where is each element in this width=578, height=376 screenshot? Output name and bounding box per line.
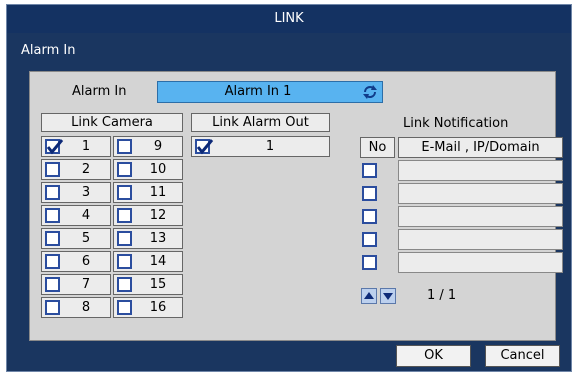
alarm-in-label: Alarm In <box>72 84 127 99</box>
camera-number: 11 <box>149 185 167 200</box>
notification-no-cell <box>360 229 395 250</box>
camera-number: 9 <box>153 139 163 154</box>
camera-checkbox[interactable] <box>117 185 132 200</box>
camera-checkbox[interactable] <box>117 254 132 269</box>
notification-target-field[interactable] <box>398 183 563 204</box>
camera-cell[interactable]: 7 <box>41 274 111 295</box>
alarm-out-checkbox[interactable] <box>195 139 214 155</box>
notification-no-cell <box>360 206 395 227</box>
notification-checkbox[interactable] <box>362 163 377 178</box>
camera-number: 6 <box>81 254 91 269</box>
refresh-cycle-icon[interactable] <box>362 84 378 100</box>
camera-number: 15 <box>149 277 167 292</box>
camera-checkbox[interactable] <box>45 300 60 315</box>
dialog-title: LINK <box>7 5 571 33</box>
camera-checkbox[interactable] <box>45 162 60 177</box>
link-notification-header: Link Notification <box>403 116 509 131</box>
camera-number: 12 <box>149 208 167 223</box>
camera-cell[interactable]: 15 <box>113 274 183 295</box>
camera-number: 4 <box>81 208 91 223</box>
camera-number: 2 <box>81 162 91 177</box>
link-alarm-out-header: Link Alarm Out <box>191 113 330 132</box>
camera-cell[interactable]: 10 <box>113 159 183 180</box>
camera-number: 8 <box>81 300 91 315</box>
notification-checkbox[interactable] <box>362 186 377 201</box>
notification-no-cell <box>360 183 395 204</box>
camera-cell[interactable]: 14 <box>113 251 183 272</box>
camera-checkbox[interactable] <box>117 208 132 223</box>
camera-cell[interactable]: 1 <box>41 136 111 157</box>
camera-cell[interactable]: 12 <box>113 205 183 226</box>
arrow-up-icon <box>364 292 374 299</box>
notification-target-field[interactable] <box>398 252 563 273</box>
notification-no-cell <box>360 252 395 273</box>
camera-checkbox[interactable] <box>117 300 132 315</box>
camera-number: 14 <box>149 254 167 269</box>
page-indicator: 1 / 1 <box>427 288 457 303</box>
camera-cell[interactable]: 16 <box>113 297 183 318</box>
alarm-in-select[interactable]: Alarm In 1 <box>157 81 383 103</box>
notification-target-field[interactable] <box>398 229 563 250</box>
camera-cell[interactable]: 2 <box>41 159 111 180</box>
camera-cell[interactable]: 11 <box>113 182 183 203</box>
page-down-button[interactable] <box>380 288 396 304</box>
section-label: Alarm In <box>21 43 76 58</box>
link-panel: Alarm In Alarm In 1 Link Camera Link Ala… <box>29 71 563 341</box>
camera-checkbox[interactable] <box>45 185 60 200</box>
camera-number: 1 <box>81 139 91 154</box>
camera-checkbox[interactable] <box>45 208 60 223</box>
camera-checkbox[interactable] <box>117 231 132 246</box>
camera-number: 7 <box>81 277 91 292</box>
camera-number: 10 <box>149 162 167 177</box>
link-camera-header: Link Camera <box>41 113 183 132</box>
camera-checkbox[interactable] <box>45 254 60 269</box>
camera-checkbox[interactable] <box>45 139 64 155</box>
camera-checkbox[interactable] <box>117 162 132 177</box>
alarm-out-cell[interactable]: 1 <box>191 136 330 157</box>
camera-checkbox[interactable] <box>117 277 132 292</box>
alarm-in-value: Alarm In 1 <box>224 84 292 99</box>
camera-cell[interactable]: 4 <box>41 205 111 226</box>
alarm-out-number: 1 <box>265 139 275 154</box>
camera-number: 16 <box>149 300 167 315</box>
notification-target-field[interactable] <box>398 160 563 181</box>
camera-cell[interactable]: 6 <box>41 251 111 272</box>
camera-checkbox[interactable] <box>45 231 60 246</box>
notification-checkbox[interactable] <box>362 209 377 224</box>
camera-number: 3 <box>81 185 91 200</box>
notification-col-no: No <box>360 137 395 158</box>
ok-button[interactable]: OK <box>396 345 471 367</box>
camera-number: 13 <box>149 231 167 246</box>
notification-target-field[interactable] <box>398 206 563 227</box>
camera-cell[interactable]: 13 <box>113 228 183 249</box>
link-dialog: LINK Alarm In Alarm In Alarm In 1 Link C… <box>6 4 572 372</box>
camera-checkbox[interactable] <box>45 277 60 292</box>
camera-checkbox[interactable] <box>117 139 132 154</box>
camera-cell[interactable]: 9 <box>113 136 183 157</box>
notification-checkbox[interactable] <box>362 232 377 247</box>
arrow-down-icon <box>383 293 393 300</box>
camera-cell[interactable]: 5 <box>41 228 111 249</box>
page-up-button[interactable] <box>361 288 377 304</box>
cancel-button[interactable]: Cancel <box>485 345 560 367</box>
notification-col-target: E-Mail , IP/Domain <box>398 137 563 158</box>
notification-checkbox[interactable] <box>362 255 377 270</box>
camera-number: 5 <box>81 231 91 246</box>
notification-no-cell <box>360 160 395 181</box>
camera-cell[interactable]: 3 <box>41 182 111 203</box>
camera-cell[interactable]: 8 <box>41 297 111 318</box>
